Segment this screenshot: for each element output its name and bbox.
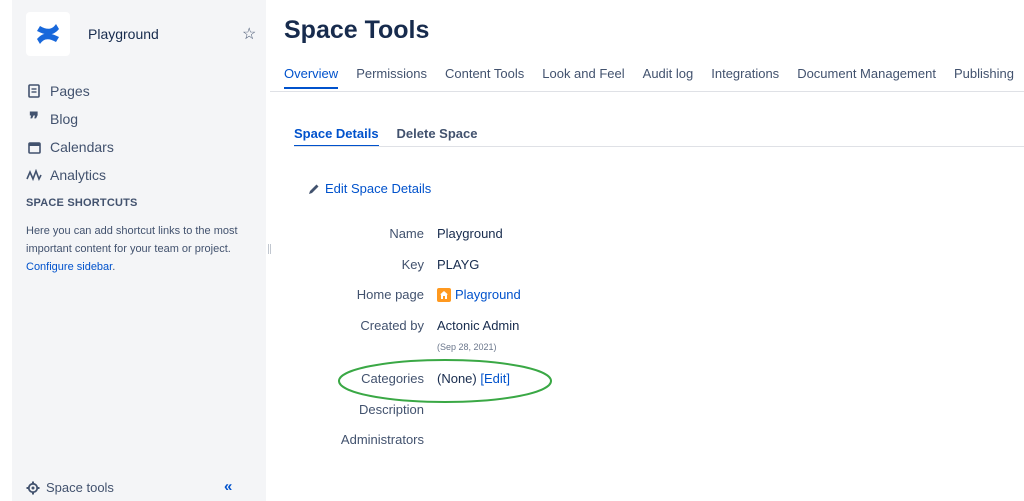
- tab-publishing[interactable]: Publishing: [954, 66, 1014, 89]
- configure-sidebar-link[interactable]: Configure sidebar: [26, 261, 112, 273]
- created-by-user-link[interactable]: Actonic Admin: [437, 318, 519, 333]
- subtabs-divider: [294, 146, 1024, 147]
- created-by-label: Created by: [360, 318, 424, 333]
- home-page-link[interactable]: Playground: [455, 287, 521, 302]
- sidebar-item-calendars[interactable]: Calendars: [26, 133, 114, 161]
- sidebar-resize-handle[interactable]: [268, 244, 271, 254]
- shortcuts-description: Here you can add shortcut links to the m…: [26, 225, 238, 255]
- tab-space-details[interactable]: Space Details: [294, 126, 379, 147]
- tab-document-management[interactable]: Document Management: [797, 66, 936, 89]
- space-tools-tabs: Overview Permissions Content Tools Look …: [284, 66, 1024, 89]
- space-tools-button[interactable]: Space tools: [26, 480, 114, 495]
- tabs-divider: [270, 91, 1024, 92]
- tab-content-tools[interactable]: Content Tools: [445, 66, 524, 89]
- edit-space-details-link[interactable]: Edit Space Details: [308, 181, 431, 196]
- sidebar-item-label: Calendars: [50, 139, 114, 155]
- tab-delete-space[interactable]: Delete Space: [397, 126, 478, 147]
- tab-overview[interactable]: Overview: [284, 66, 339, 89]
- sidebar: Playground ☆ Pages ❞ Blog Calendars Anal…: [12, 0, 266, 501]
- confluence-logo-icon: [26, 12, 70, 56]
- collapse-sidebar-icon[interactable]: «: [224, 478, 232, 495]
- configure-suffix: .: [112, 261, 116, 273]
- tab-audit-log[interactable]: Audit log: [643, 66, 694, 89]
- edit-space-details-label: Edit Space Details: [325, 181, 432, 196]
- gear-icon: [26, 481, 40, 495]
- page-title: Space Tools: [284, 16, 430, 44]
- key-value: PLAYG: [437, 257, 480, 272]
- sidebar-item-label: Pages: [50, 83, 90, 99]
- sidebar-item-label: Blog: [50, 111, 79, 127]
- space-shortcuts-heading: SPACE SHORTCUTS: [26, 197, 138, 209]
- star-icon[interactable]: ☆: [242, 24, 256, 44]
- sidebar-item-label: Analytics: [50, 167, 107, 183]
- highlight-ellipse: [338, 359, 552, 403]
- calendar-icon: [26, 139, 42, 155]
- quote-icon: ❞: [29, 109, 39, 129]
- name-label: Name: [389, 226, 424, 241]
- sidebar-item-blog[interactable]: ❞ Blog: [26, 105, 114, 133]
- analytics-icon: [26, 167, 42, 183]
- created-date: (Sep 28, 2021): [437, 342, 497, 352]
- key-label: Key: [401, 257, 424, 272]
- sidebar-item-analytics[interactable]: Analytics: [26, 161, 114, 189]
- pencil-icon: [308, 183, 320, 195]
- sidebar-item-pages[interactable]: Pages: [26, 77, 114, 105]
- space-name[interactable]: Playground: [88, 26, 159, 42]
- tab-look-and-feel[interactable]: Look and Feel: [542, 66, 624, 89]
- home-icon: [437, 288, 451, 302]
- tab-integrations[interactable]: Integrations: [711, 66, 779, 89]
- sidebar-nav: Pages ❞ Blog Calendars Analytics: [26, 77, 114, 189]
- tab-permissions[interactable]: Permissions: [356, 66, 427, 89]
- administrators-label: Administrators: [340, 432, 424, 447]
- space-header[interactable]: Playground: [26, 12, 159, 56]
- overview-subtabs: Space Details Delete Space: [294, 126, 495, 147]
- home-page-label: Home page: [356, 287, 424, 302]
- pages-icon: [26, 83, 42, 99]
- space-tools-label: Space tools: [46, 480, 114, 495]
- name-value: Playground: [437, 226, 503, 241]
- space-shortcuts-text: Here you can add shortcut links to the m…: [26, 222, 251, 276]
- home-page-value: Playground: [437, 287, 521, 302]
